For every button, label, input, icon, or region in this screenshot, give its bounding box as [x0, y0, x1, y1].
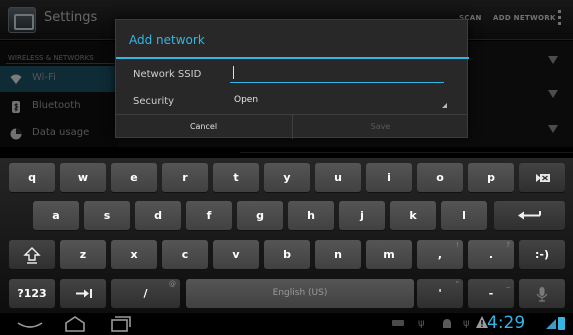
clock: 4:29 [487, 313, 526, 333]
key-q[interactable]: q [9, 163, 55, 192]
apostrophe-key-label: ' [438, 287, 442, 300]
dialog-title-divider [116, 57, 469, 59]
key-f[interactable]: f [186, 201, 232, 230]
voice-input-key[interactable] [519, 279, 565, 308]
android-debug-icon [443, 319, 451, 328]
shift-icon [23, 247, 41, 264]
slash-key[interactable]: / @ [111, 279, 180, 308]
keyboard-status-icon [392, 320, 404, 326]
space-key[interactable]: English (US) [186, 279, 414, 308]
backspace-icon [536, 174, 550, 182]
key-i[interactable]: i [366, 163, 412, 192]
key-s[interactable]: s [84, 201, 130, 230]
battery-icon [558, 317, 565, 330]
signal-strength-icon [546, 319, 556, 329]
key-comma-hint: ! [456, 241, 459, 249]
key-period-label: . [488, 248, 494, 261]
dialog-title: Add network [129, 33, 205, 47]
tab-icon [76, 289, 92, 298]
back-icon[interactable] [14, 315, 46, 333]
usb-icon: ψ [418, 318, 425, 329]
enter-icon [518, 211, 541, 220]
key-comma-label: , [437, 248, 443, 261]
add-network-dialog: Add network Network SSID Security Open C… [115, 19, 469, 139]
key-m[interactable]: m [366, 240, 412, 269]
dash-key[interactable]: - _ [468, 279, 514, 308]
key-g[interactable]: g [237, 201, 283, 230]
key-d[interactable]: d [135, 201, 181, 230]
usb-icon: ψ [463, 318, 470, 329]
key-k[interactable]: k [390, 201, 436, 230]
system-nav-bar: ψ ψ 4:29 [0, 313, 573, 335]
key-j[interactable]: j [339, 201, 385, 230]
key-u[interactable]: u [315, 163, 361, 192]
shift-key[interactable] [9, 240, 55, 269]
security-dropdown[interactable]: Open [229, 93, 447, 111]
key-l[interactable]: l [441, 201, 487, 230]
backspace-key[interactable] [519, 163, 565, 192]
slash-key-hint: @ [169, 280, 176, 288]
key-v[interactable]: v [213, 240, 259, 269]
key-period-hint: ? [506, 241, 510, 249]
smiley-key[interactable]: :-) [519, 240, 565, 269]
network-ssid-input[interactable] [230, 65, 444, 83]
key-r[interactable]: r [162, 163, 208, 192]
security-label: Security [133, 96, 175, 107]
microphone-icon [536, 287, 548, 302]
symbols-key[interactable]: ?123 [9, 279, 55, 308]
apostrophe-key[interactable]: ' " [417, 279, 463, 308]
key-e[interactable]: e [111, 163, 157, 192]
key-x[interactable]: x [111, 240, 157, 269]
apostrophe-key-hint: " [455, 280, 459, 288]
soft-keyboard: q w e r t y u i o p a s d f g h j k l z … [0, 158, 573, 313]
enter-key[interactable] [494, 201, 565, 230]
save-button[interactable]: Save [293, 115, 468, 139]
tab-key[interactable] [60, 279, 106, 308]
recent-apps-icon[interactable] [104, 315, 134, 333]
key-n[interactable]: n [315, 240, 361, 269]
dash-key-hint: _ [506, 280, 511, 288]
key-t[interactable]: t [213, 163, 259, 192]
key-comma[interactable]: , ! [417, 240, 463, 269]
cancel-button[interactable]: Cancel [116, 115, 291, 139]
key-y[interactable]: y [264, 163, 310, 192]
key-b[interactable]: b [264, 240, 310, 269]
key-z[interactable]: z [60, 240, 106, 269]
key-a[interactable]: a [33, 201, 79, 230]
security-value: Open [234, 95, 259, 105]
key-w[interactable]: w [60, 163, 106, 192]
dash-key-label: - [488, 287, 494, 300]
dialog-button-bar: Cancel Save [116, 114, 468, 139]
key-p[interactable]: p [468, 163, 514, 192]
text-cursor [233, 66, 234, 79]
dropdown-triangle-icon [442, 103, 447, 108]
home-icon[interactable] [60, 315, 90, 333]
key-o[interactable]: o [417, 163, 463, 192]
slash-key-label: / [143, 287, 148, 300]
key-c[interactable]: c [162, 240, 208, 269]
ssid-label: Network SSID [133, 69, 202, 80]
key-period[interactable]: . ? [468, 240, 514, 269]
key-h[interactable]: h [288, 201, 334, 230]
